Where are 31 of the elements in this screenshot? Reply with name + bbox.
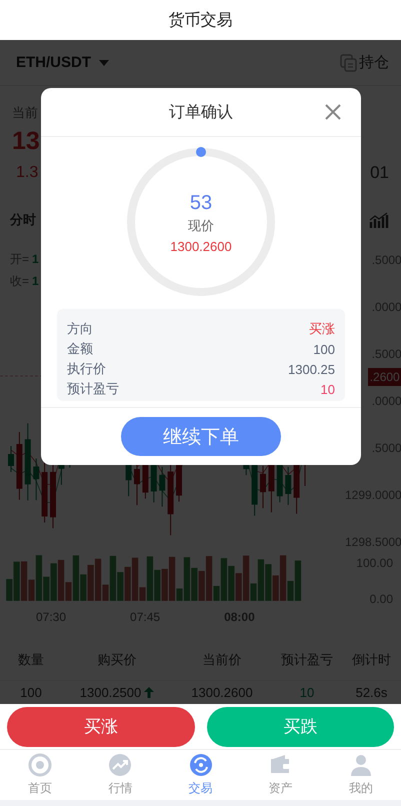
countdown-value: 53 (190, 191, 212, 216)
table-cell: 10 (300, 685, 314, 700)
trade-button[interactable]: 买涨 (7, 706, 194, 746)
tab-item[interactable]: 行情 (80, 753, 160, 797)
confirm-order-button[interactable]: 继续下单 (121, 417, 281, 456)
detail-value: 10 (320, 382, 335, 396)
detail-label: 方向 (67, 320, 93, 338)
person-icon (348, 753, 373, 777)
page-title: 货币交易 (168, 10, 232, 30)
current-price: 13 (12, 126, 40, 157)
detail-value: 买涨 (309, 320, 335, 338)
detail-label: 预计盈亏 (67, 380, 119, 398)
dialog-title: 订单确认 (169, 102, 233, 122)
detail-value: 1300.25 (288, 362, 335, 376)
tab-item[interactable]: 交易 (160, 753, 241, 797)
legend-value: 1 (32, 274, 39, 288)
tab-item[interactable]: 首页 (0, 753, 80, 797)
live-price: 1300.2600 (170, 238, 232, 256)
exchange-icon (188, 753, 212, 777)
price-caption: 现价 (188, 217, 214, 235)
detail-label: 金额 (67, 340, 93, 358)
trend-icon (108, 753, 132, 777)
legend-value: 1 (32, 252, 39, 266)
price-change: 1.3 (16, 163, 38, 183)
detail-value: 100 (313, 342, 335, 356)
detail-label: 执行价 (67, 360, 106, 378)
tab-item[interactable]: 资产 (240, 753, 321, 797)
target-icon (28, 753, 52, 777)
trade-button[interactable]: 买跌 (206, 706, 394, 746)
tab-item[interactable]: 我的 (320, 753, 401, 797)
close-icon[interactable] (325, 104, 341, 120)
